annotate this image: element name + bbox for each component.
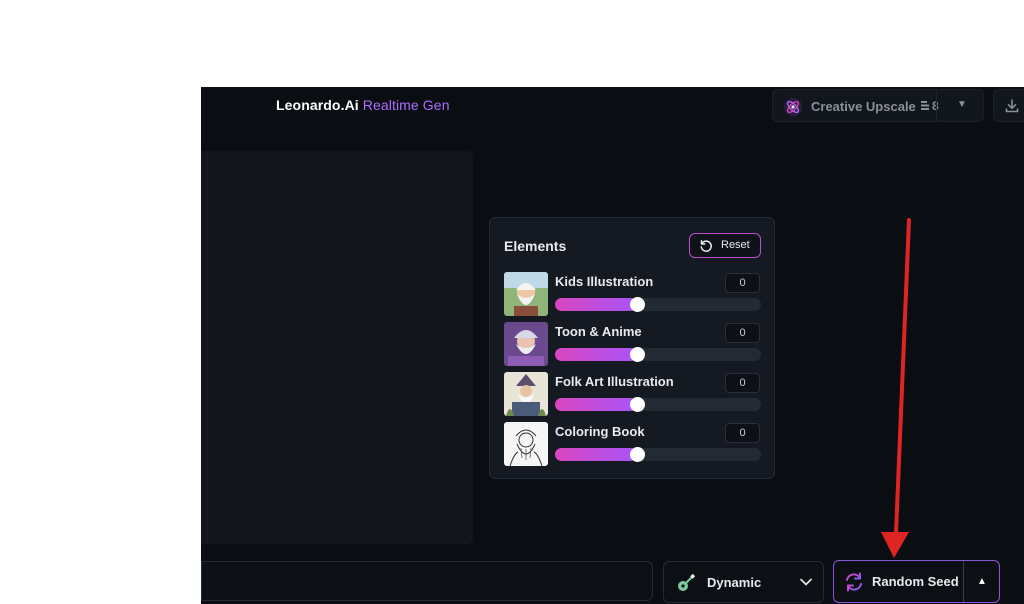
download-icon [1005,99,1019,113]
elements-title: Elements [504,238,567,254]
seed-label: Random Seed [872,574,959,589]
upscale-divider [936,90,937,121]
slider-handle[interactable] [630,347,645,362]
element-label: Folk Art Illustration [555,374,674,389]
brand-title: Leonardo.Ai Realtime Gen [276,97,450,113]
element-weight-input[interactable]: 0 [725,323,760,343]
element-label: Kids Illustration [555,274,654,289]
slider-fill [555,448,637,461]
reset-icon [700,240,712,252]
random-seed-button[interactable]: Random Seed ▲ [833,560,1000,603]
elements-panel: Elements Reset Kids Illustration 0 Toon … [489,217,775,479]
upscale-atom-icon [784,98,802,116]
element-weight-input[interactable]: 0 [725,423,760,443]
element-weight-input[interactable]: 0 [725,373,760,393]
brand-product: Realtime Gen [362,97,450,113]
reset-button[interactable]: Reset [689,233,761,258]
style-label: Dynamic [707,575,762,590]
prompt-input[interactable] [201,561,653,601]
realtime-gen-app: Leonardo.Ai Realtime Gen Creative Upscale… [201,87,1024,604]
element-item-coloring-book: Coloring Book 0 [504,422,762,466]
toon-anime-thumbnail-image [504,322,548,366]
upscale-label: Creative Upscale [811,99,916,114]
element-thumbnail[interactable] [504,422,548,466]
chevron-down-icon [800,578,812,586]
seed-divider [963,561,964,602]
coloring-book-thumbnail-image [504,422,548,466]
image-canvas [201,151,473,544]
element-weight-slider[interactable] [555,297,761,312]
slider-handle[interactable] [630,447,645,462]
refresh-icon [846,572,862,592]
slider-fill [555,348,637,361]
element-weight-slider[interactable] [555,447,761,462]
token-stack-icon [921,101,929,110]
folk-art-thumbnail-image [504,372,548,416]
slider-handle[interactable] [630,397,645,412]
brand-name: Leonardo.Ai [276,97,359,113]
slider-fill [555,298,637,311]
element-thumbnail[interactable] [504,372,548,416]
kids-illustration-thumbnail-image [504,272,548,316]
element-weight-slider[interactable] [555,397,761,412]
slider-handle[interactable] [630,297,645,312]
element-item-folk-art-illustration: Folk Art Illustration 0 [504,372,762,416]
caret-down-icon[interactable]: ▼ [957,99,967,110]
style-dropdown[interactable]: Dynamic [663,561,824,603]
element-item-toon-anime: Toon & Anime 0 [504,322,762,366]
element-label: Toon & Anime [555,324,642,339]
element-label: Coloring Book [555,424,645,439]
guitar-icon [678,573,696,591]
element-thumbnail[interactable] [504,322,548,366]
element-weight-input[interactable]: 0 [725,273,760,293]
element-weight-slider[interactable] [555,347,761,362]
element-thumbnail[interactable] [504,272,548,316]
creative-upscale-button[interactable]: Creative Upscale 8 ▼ [772,89,984,122]
caret-up-icon[interactable]: ▲ [977,576,987,587]
reset-label: Reset [721,239,750,251]
slider-fill [555,398,637,411]
element-item-kids-illustration: Kids Illustration 0 [504,272,762,316]
download-button[interactable] [993,89,1024,122]
